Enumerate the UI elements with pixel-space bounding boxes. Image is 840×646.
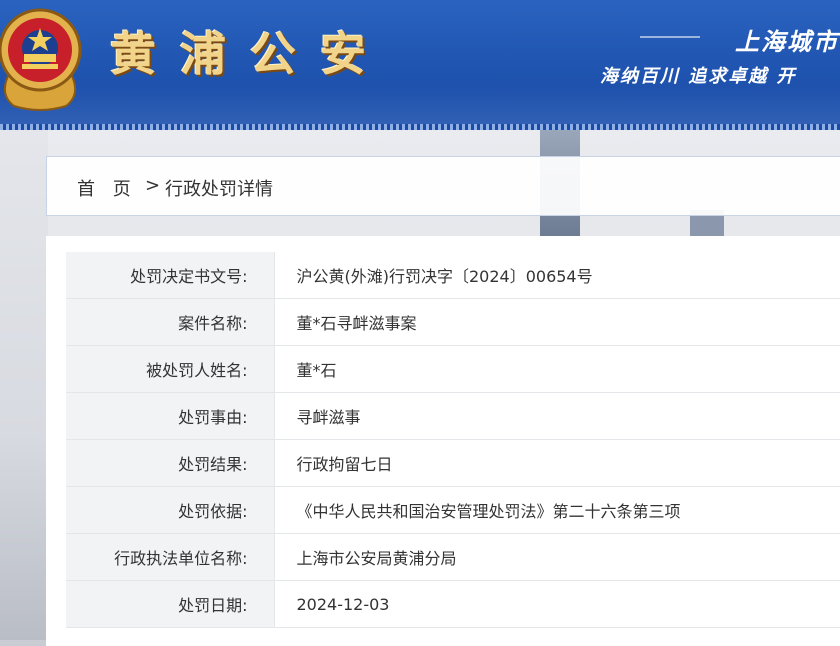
- page-background-left: [0, 130, 48, 640]
- row-value: 行政拘留七日: [274, 439, 840, 487]
- row-value: 2024-12-03: [274, 580, 840, 628]
- row-label: 处罚日期:: [66, 580, 275, 628]
- header-wave-decoration: [0, 86, 840, 126]
- breadcrumb-home-link[interactable]: 首 页: [77, 175, 137, 201]
- breadcrumb: 首 页 > 行政处罚详情: [46, 156, 840, 216]
- row-value: 董*石: [274, 345, 840, 393]
- row-label: 处罚结果:: [66, 439, 275, 487]
- police-emblem-icon[interactable]: [0, 2, 88, 112]
- table-row: 处罚日期: 2024-12-03: [66, 580, 840, 628]
- row-value: 沪公黄(外滩)行罚决字〔2024〕00654号: [274, 252, 840, 299]
- row-value: 寻衅滋事: [274, 392, 840, 440]
- city-motto: 海纳百川 追求卓越 开: [600, 66, 797, 87]
- row-value: 《中华人民共和国治安管理处罚法》第二十六条第三项: [274, 486, 840, 534]
- penalty-detail-table: 处罚决定书文号: 沪公黄(外滩)行罚决字〔2024〕00654号 案件名称: 董*石寻…: [66, 252, 840, 628]
- table-row: 处罚依据: 《中华人民共和国治安管理处罚法》第二十六条第三项: [66, 486, 840, 534]
- city-slogan: 上海城市: [735, 27, 839, 56]
- row-label: 处罚事由:: [66, 392, 275, 440]
- slogan-divider: [640, 36, 700, 38]
- row-value: 上海市公安局黄浦分局: [274, 533, 840, 581]
- table-row: 行政执法单位名称: 上海市公安局黄浦分局: [66, 533, 840, 581]
- row-label: 处罚依据:: [66, 486, 275, 534]
- row-value: 董*石寻衅滋事案: [274, 298, 840, 346]
- breadcrumb-current: 行政处罚详情: [165, 179, 273, 200]
- site-header: 黄浦公安 上海城市 海纳百川 追求卓越 开: [0, 0, 840, 126]
- header-border: [0, 124, 840, 130]
- table-row: 处罚结果: 行政拘留七日: [66, 439, 840, 487]
- table-row: 案件名称: 董*石寻衅滋事案: [66, 298, 840, 346]
- row-label: 被处罚人姓名:: [66, 345, 275, 393]
- table-row: 被处罚人姓名: 董*石: [66, 345, 840, 393]
- table-row: 处罚决定书文号: 沪公黄(外滩)行罚决字〔2024〕00654号: [66, 252, 840, 299]
- row-label: 行政执法单位名称:: [66, 533, 275, 581]
- table-row: 处罚事由: 寻衅滋事: [66, 392, 840, 440]
- row-label: 处罚决定书文号:: [66, 252, 275, 299]
- detail-panel: 处罚决定书文号: 沪公黄(外滩)行罚决字〔2024〕00654号 案件名称: 董*石寻…: [46, 236, 840, 646]
- breadcrumb-separator: >: [145, 175, 161, 196]
- row-label: 案件名称:: [66, 298, 275, 346]
- site-title: 黄浦公安: [110, 27, 390, 81]
